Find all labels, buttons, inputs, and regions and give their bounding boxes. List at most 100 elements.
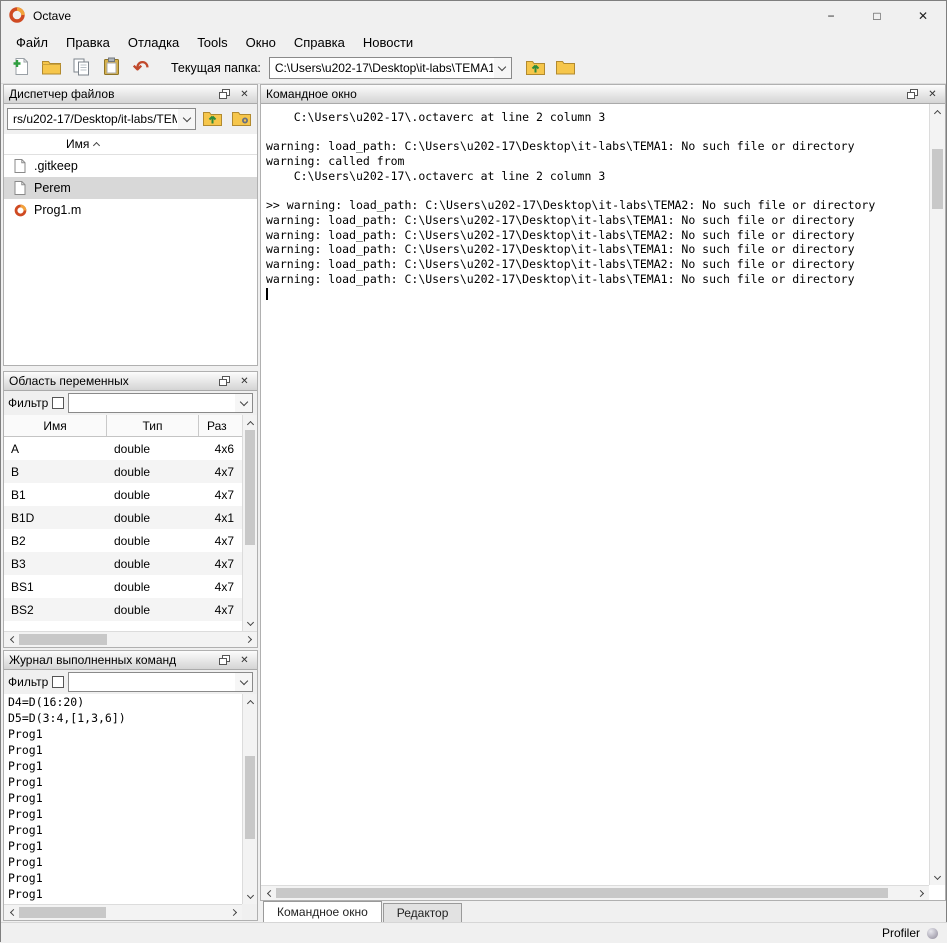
column-size-header[interactable]: Раз (199, 415, 242, 436)
workspace-row[interactable]: B2double4x7 (4, 529, 242, 552)
scroll-right-icon[interactable] (242, 632, 257, 647)
current-folder-combobox[interactable]: C:\Users\u202-17\Desktop\it-labs\TEMA1 (269, 57, 512, 79)
filter-checkbox[interactable] (52, 397, 64, 409)
scroll-left-icon[interactable] (4, 632, 19, 647)
folder-actions-button[interactable] (228, 107, 254, 131)
chevron-down-icon[interactable] (235, 394, 252, 412)
history-entry[interactable]: Prog1 (4, 886, 242, 902)
workspace-row[interactable]: B1Ddouble4x1 (4, 506, 242, 529)
undock-icon[interactable] (217, 374, 232, 389)
browse-folder-button[interactable] (552, 55, 580, 81)
history-entry[interactable]: D5=D(3:4,[1,3,6]) (4, 710, 242, 726)
workspace-horizontal-scrollbar[interactable] (4, 631, 257, 647)
close-icon[interactable]: ✕ (925, 87, 940, 102)
history-entry[interactable]: Prog1 (4, 870, 242, 886)
workspace-table-header[interactable]: Имя Тип Раз (4, 415, 242, 437)
filter-checkbox[interactable] (52, 676, 64, 688)
history-entry[interactable]: Prog1 (4, 806, 242, 822)
scroll-track[interactable] (243, 430, 257, 616)
minimize-button[interactable]: − (808, 1, 854, 31)
menu-item-edit[interactable]: Правка (57, 32, 119, 53)
chevron-down-icon[interactable] (494, 58, 511, 78)
scroll-left-icon[interactable] (4, 905, 19, 920)
undock-icon[interactable] (905, 87, 920, 102)
workspace-vertical-scrollbar[interactable] (242, 415, 257, 631)
workspace-row[interactable]: B1double4x7 (4, 483, 242, 506)
menu-item-news[interactable]: Новости (354, 32, 422, 53)
command-window-titlebar[interactable]: Командное окно ✕ (261, 85, 945, 104)
workspace-row[interactable]: Bdouble4x7 (4, 460, 242, 483)
scroll-thumb[interactable] (276, 888, 888, 898)
scroll-track[interactable] (930, 119, 945, 870)
history-entry[interactable]: Prog1 (4, 854, 242, 870)
workspace-row[interactable]: Adouble4x6 (4, 437, 242, 460)
command-window-horizontal-scrollbar[interactable] (261, 885, 929, 900)
scroll-up-icon[interactable] (930, 104, 945, 119)
chevron-down-icon[interactable] (235, 673, 252, 691)
file-list-header[interactable]: Имя (4, 134, 257, 155)
scroll-down-icon[interactable] (930, 870, 945, 885)
copy-button[interactable] (67, 55, 95, 81)
column-type-header[interactable]: Тип (107, 415, 199, 436)
file-row[interactable]: Perem (4, 177, 257, 199)
command-window-output[interactable]: C:\Users\u202-17\.octaverc at line 2 col… (261, 104, 929, 885)
history-entry[interactable]: Prog1 (4, 774, 242, 790)
scroll-thumb[interactable] (245, 756, 255, 839)
history-entry[interactable]: Prog1 (4, 838, 242, 854)
history-entry[interactable]: Prog1 (4, 758, 242, 774)
tab-command-window[interactable]: Командное окно (263, 901, 382, 922)
open-file-button[interactable] (37, 55, 65, 81)
menu-item-help[interactable]: Справка (285, 32, 354, 53)
scroll-thumb[interactable] (19, 907, 106, 918)
maximize-button[interactable]: □ (854, 1, 900, 31)
paste-button[interactable] (97, 55, 125, 81)
command-window-vertical-scrollbar[interactable] (929, 104, 945, 885)
column-name-header[interactable]: Имя (4, 415, 107, 436)
menu-item-file[interactable]: Файл (7, 32, 57, 53)
folder-up-button[interactable] (199, 107, 225, 131)
history-entry[interactable]: Prog1 (4, 822, 242, 838)
workspace-filter-combobox[interactable] (68, 393, 253, 413)
command-history-titlebar[interactable]: Журнал выполненных команд ✕ (4, 651, 257, 670)
workspace-row[interactable]: B3double4x7 (4, 552, 242, 575)
close-icon[interactable]: ✕ (237, 374, 252, 389)
folder-up-button[interactable] (522, 55, 550, 81)
close-icon[interactable]: ✕ (237, 653, 252, 668)
file-browser-titlebar[interactable]: Диспетчер файлов ✕ (4, 85, 257, 104)
close-icon[interactable]: ✕ (237, 87, 252, 102)
workspace-row[interactable]: BS1double4x7 (4, 575, 242, 598)
scroll-thumb[interactable] (19, 634, 107, 645)
scroll-down-icon[interactable] (243, 616, 257, 631)
tab-editor[interactable]: Редактор (383, 903, 463, 922)
scroll-thumb[interactable] (932, 149, 943, 209)
undo-button[interactable]: ↶ (127, 55, 155, 81)
chevron-down-icon[interactable] (178, 109, 195, 129)
menu-item-window[interactable]: Окно (237, 32, 285, 53)
scroll-right-icon[interactable] (914, 886, 929, 900)
scroll-left-icon[interactable] (261, 886, 276, 900)
scroll-right-icon[interactable] (227, 905, 242, 920)
undock-icon[interactable] (217, 87, 232, 102)
scroll-track[interactable] (276, 886, 914, 900)
menu-item-debug[interactable]: Отладка (119, 32, 188, 53)
scroll-down-icon[interactable] (243, 889, 257, 904)
file-row[interactable]: .gitkeep (4, 155, 257, 177)
scroll-up-icon[interactable] (243, 415, 257, 430)
file-row[interactable]: Prog1.m (4, 199, 257, 221)
scroll-track[interactable] (243, 709, 257, 889)
scroll-up-icon[interactable] (243, 694, 257, 709)
history-entry[interactable]: Prog1 (4, 726, 242, 742)
scroll-thumb[interactable] (245, 430, 255, 545)
history-entry[interactable]: Prog1 (4, 742, 242, 758)
scroll-track[interactable] (19, 632, 242, 647)
file-browser-path-combobox[interactable]: rs/u202-17/Desktop/it-labs/TEMA1 (7, 108, 196, 130)
profiler-status-icon[interactable] (927, 928, 938, 939)
history-entry[interactable]: Prog1 (4, 790, 242, 806)
close-button[interactable]: ✕ (900, 1, 946, 31)
menu-item-tools[interactable]: Tools (188, 32, 236, 53)
history-vertical-scrollbar[interactable] (242, 694, 257, 904)
history-filter-combobox[interactable] (68, 672, 253, 692)
scroll-track[interactable] (19, 905, 227, 920)
new-script-button[interactable] (7, 55, 35, 81)
undock-icon[interactable] (217, 653, 232, 668)
